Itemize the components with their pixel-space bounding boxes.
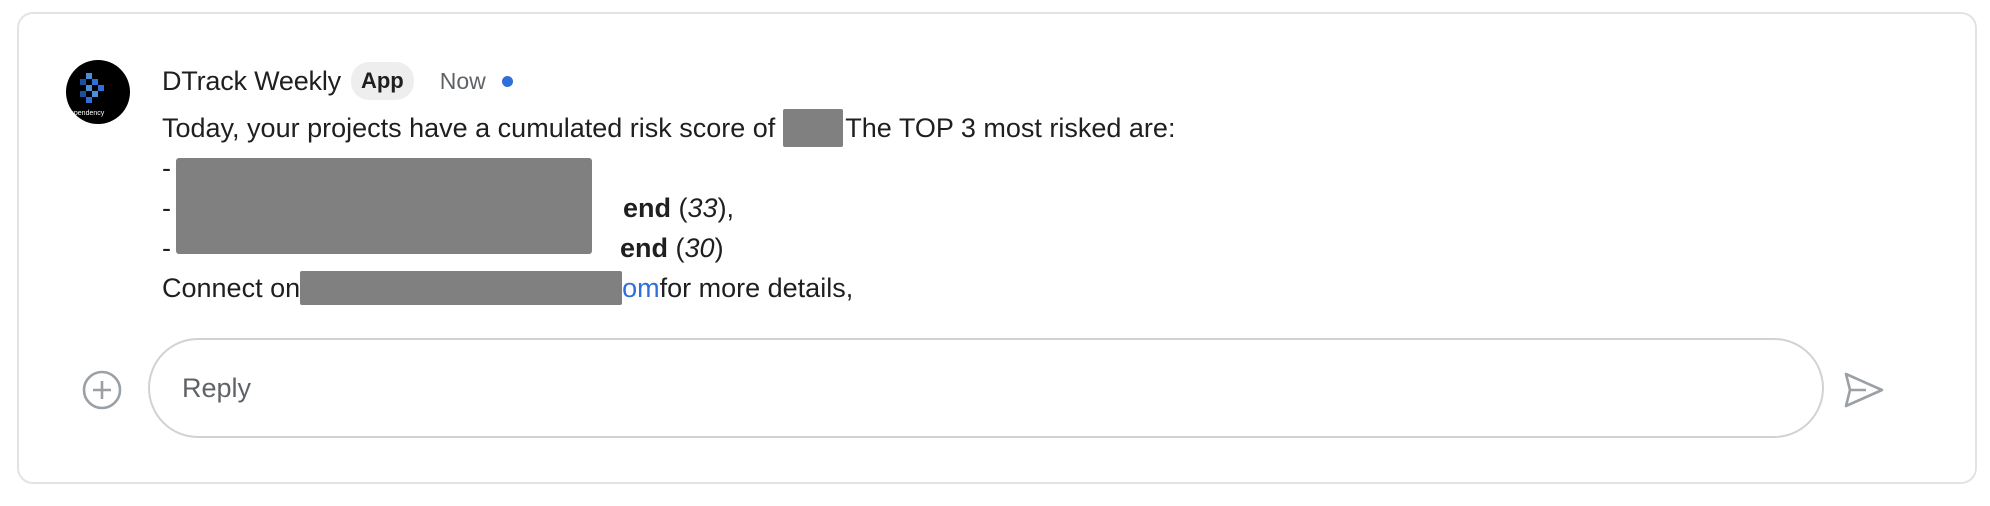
details-link[interactable]: om bbox=[622, 268, 660, 308]
message-timestamp: Now bbox=[439, 67, 486, 94]
app-badge: App bbox=[350, 62, 414, 100]
list-bullet: - bbox=[162, 193, 171, 223]
connect-suffix: for more details, bbox=[659, 273, 854, 303]
project-score: 30 bbox=[684, 233, 715, 263]
intro-text: Today, your projects have a cumulated ri… bbox=[162, 113, 776, 143]
project-name-suffix: end bbox=[623, 193, 672, 223]
add-attachment-button[interactable] bbox=[80, 368, 124, 412]
reply-input[interactable] bbox=[148, 338, 1824, 438]
dependency-track-logo-icon: ependency bbox=[70, 73, 105, 117]
send-icon bbox=[1844, 372, 1884, 408]
connect-prefix: Connect on bbox=[162, 273, 301, 303]
send-button[interactable] bbox=[1842, 368, 1886, 412]
project-name-suffix: end bbox=[620, 233, 669, 263]
redacted-project-list bbox=[176, 158, 592, 254]
app-avatar[interactable]: ependency bbox=[66, 60, 130, 124]
connect-line: Connect on om for more details, bbox=[162, 268, 1175, 308]
plus-circle-icon bbox=[82, 370, 122, 410]
unread-indicator bbox=[501, 75, 513, 87]
redacted-risk-score bbox=[783, 109, 844, 147]
list-bullet: - bbox=[162, 233, 171, 263]
project-score: 33 bbox=[687, 193, 718, 223]
intro-text-after: The TOP 3 most risked are: bbox=[845, 113, 1176, 143]
sender-name[interactable]: DTrack Weekly bbox=[162, 66, 341, 97]
reply-placeholder[interactable]: Reply bbox=[182, 370, 251, 406]
list-bullet: - bbox=[162, 153, 171, 183]
message-header: DTrack Weekly App Now bbox=[162, 60, 513, 102]
intro-line: Today, your projects have a cumulated ri… bbox=[162, 108, 1175, 148]
redacted-link bbox=[300, 271, 623, 305]
